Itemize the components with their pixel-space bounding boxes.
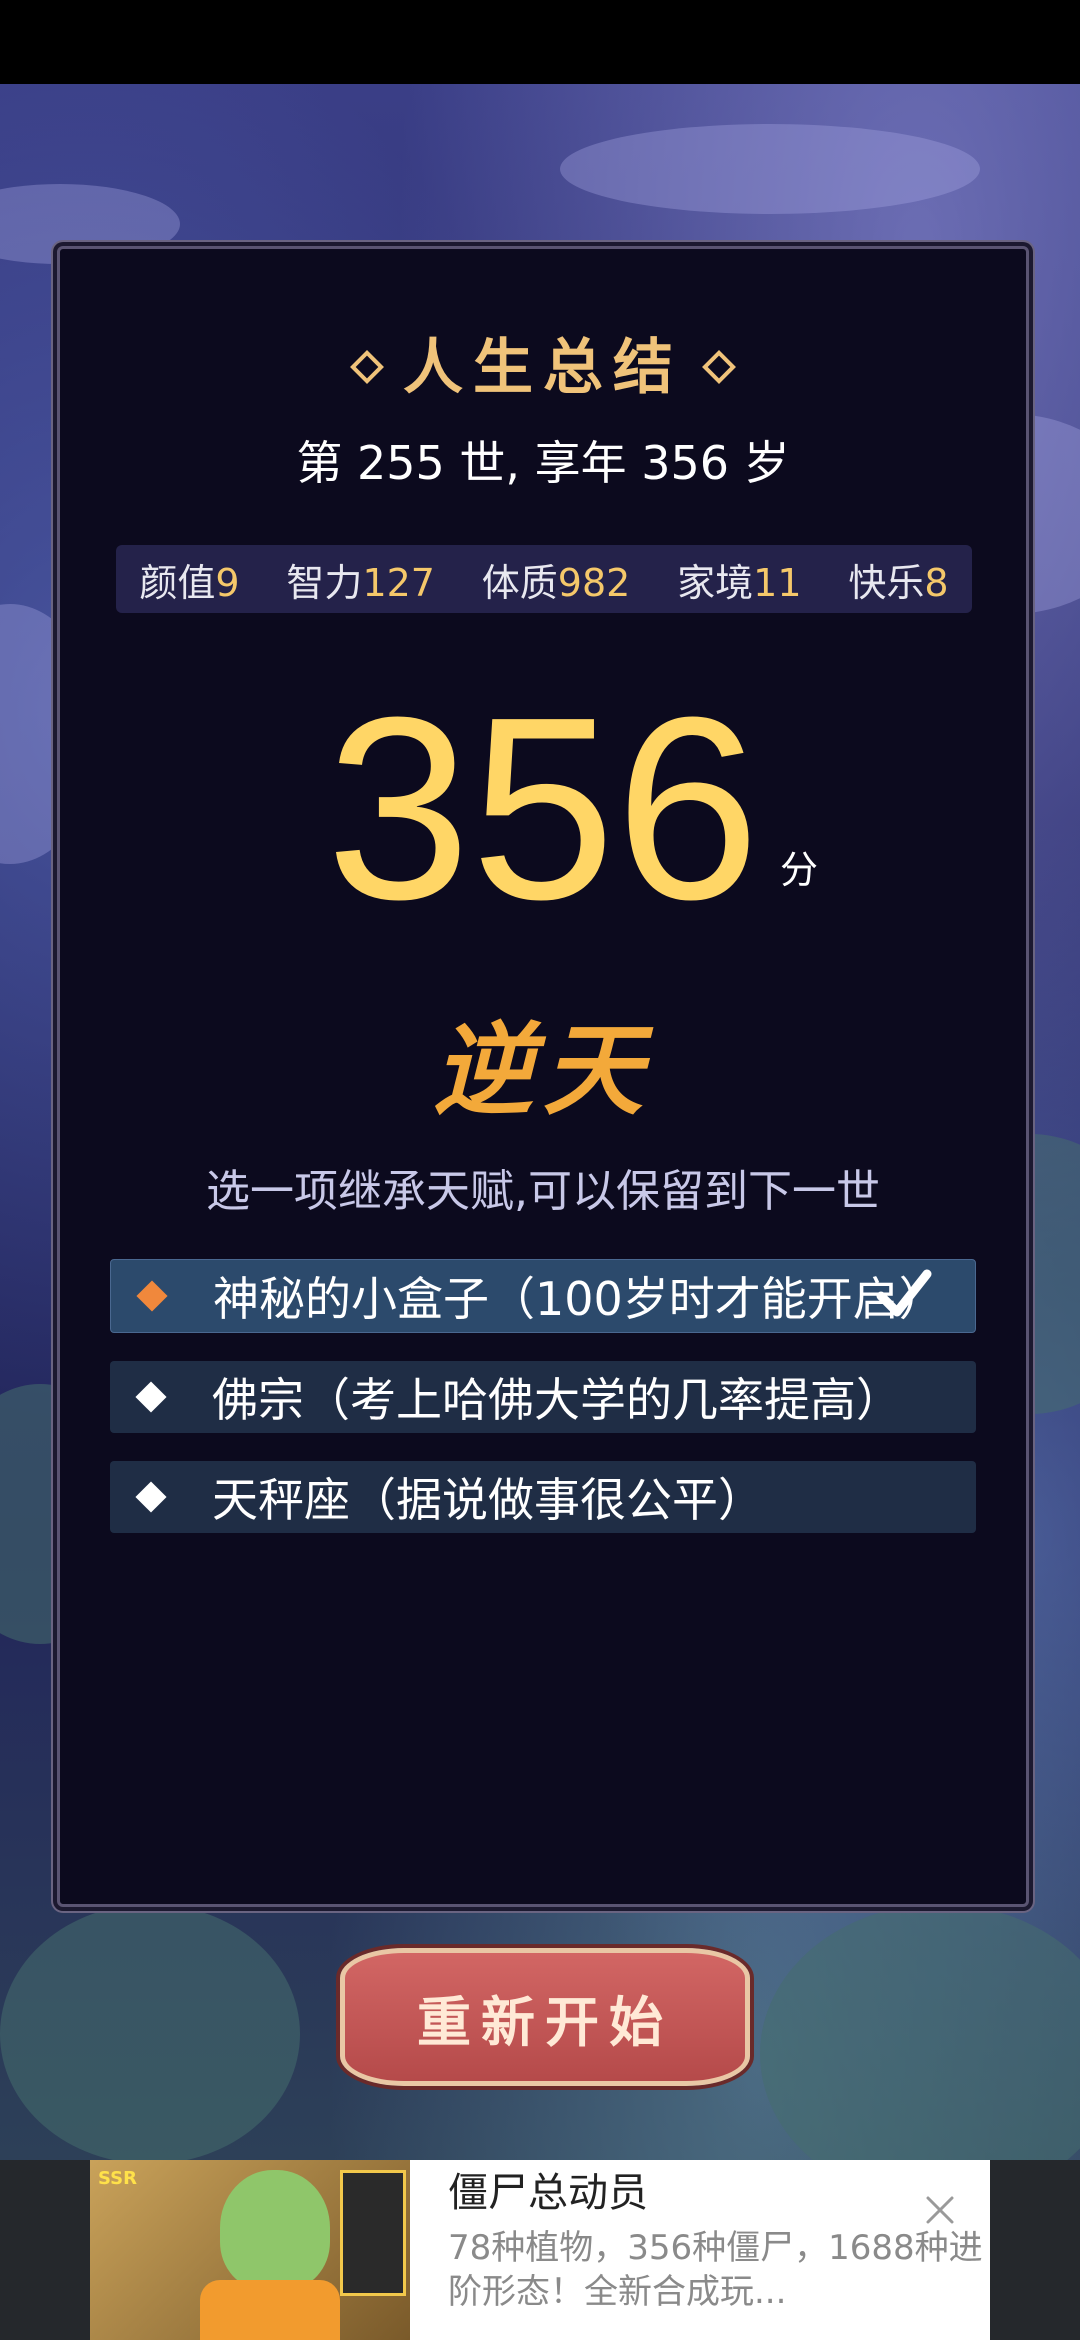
diamond-bullet-icon <box>135 1481 167 1513</box>
attribute-charm: 颜值9 <box>139 560 240 605</box>
life-summary-panel: 人生总结 第 255 世, 享年 356 岁 颜值9 智力127 体质982 家… <box>57 246 1029 1907</box>
attribute-happiness: 快乐8 <box>848 560 949 605</box>
score-value: 356 <box>326 664 760 954</box>
attribute-bar: 颜值9 智力127 体质982 家境11 快乐8 <box>116 545 972 613</box>
lifespan-text: 第 255 世, 享年 356 岁 <box>296 436 790 490</box>
ad-thumbnail: SSR <box>90 2160 410 2340</box>
attribute-family: 家境11 <box>677 560 802 605</box>
diamond-ornament-icon <box>702 349 736 384</box>
card-icon <box>340 2170 406 2296</box>
attribute-intelligence: 智力127 <box>286 560 435 605</box>
ad-ssr-badge: SSR <box>98 2168 137 2189</box>
ad-banner[interactable]: SSR 僵尸总动员 78种植物，356种僵尸，1688种进阶形态！全新合成玩..… <box>90 2160 990 2340</box>
zombie-body-icon <box>200 2280 340 2340</box>
zombie-head-icon <box>220 2170 330 2290</box>
diamond-ornament-icon <box>350 349 384 384</box>
close-icon[interactable] <box>920 2190 960 2230</box>
score-unit: 分 <box>780 848 819 892</box>
talent-list: 神秘的小盒子（100岁时才能开启） 佛宗（考上哈佛大学的几率提高） 天秤座（据说… <box>110 1259 976 1561</box>
attribute-constitution: 体质982 <box>481 560 631 605</box>
diamond-bullet-icon <box>135 1381 167 1413</box>
status-bar <box>0 0 1080 84</box>
talent-prompt: 选一项继承天赋,可以保留到下一世 <box>206 1166 880 1217</box>
talent-option-libra[interactable]: 天秤座（据说做事很公平） <box>110 1461 976 1533</box>
diamond-bullet-icon <box>136 1280 168 1312</box>
checkmark-icon <box>876 1269 932 1317</box>
talent-label: 佛宗（考上哈佛大学的几率提高） <box>212 1373 902 1427</box>
restart-button[interactable]: 重新开始 <box>340 1948 750 2086</box>
talent-label: 天秤座（据说做事很公平） <box>212 1473 764 1527</box>
ad-title: 僵尸总动员 <box>448 2170 648 2216</box>
summary-title-text: 人生总结 <box>403 333 683 403</box>
summary-title: 人生总结 <box>60 319 1026 406</box>
ad-description: 78种植物，356种僵尸，1688种进阶形态！全新合成玩... <box>448 2228 983 2312</box>
talent-option-mystery-box[interactable]: 神秘的小盒子（100岁时才能开启） <box>110 1259 976 1333</box>
rank-title: 逆天 <box>433 1011 653 1129</box>
talent-option-buddhism[interactable]: 佛宗（考上哈佛大学的几率提高） <box>110 1361 976 1433</box>
talent-label: 神秘的小盒子（100岁时才能开启） <box>213 1272 945 1326</box>
ad-banner-bar: SSR 僵尸总动员 78种植物，356种僵尸，1688种进阶形态！全新合成玩..… <box>0 2160 1080 2340</box>
score-display: 356 分 <box>60 664 1026 954</box>
